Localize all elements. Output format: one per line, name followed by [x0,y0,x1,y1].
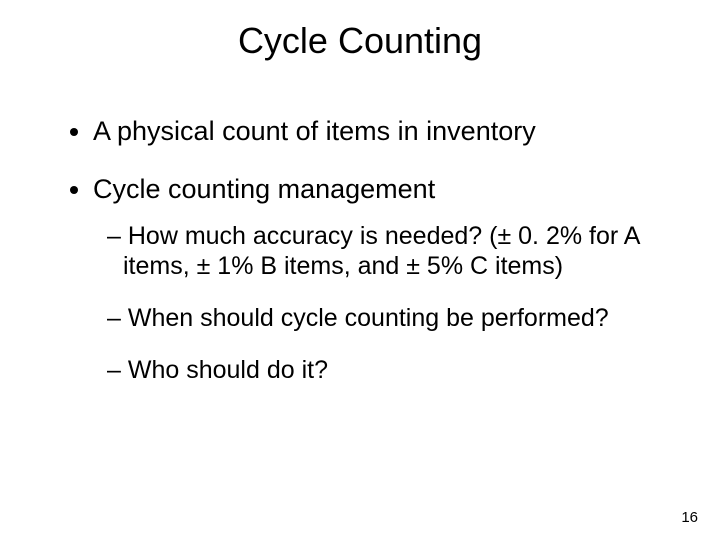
bullet-item: A physical count of items in inventory [93,115,660,149]
sub-bullet-item: When should cycle counting be performed? [107,303,660,333]
page-number: 16 [681,509,698,526]
sub-bullet-item: Who should do it? [107,355,660,385]
slide: Cycle Counting A physical count of items… [0,0,720,540]
sub-bullet-item: How much accuracy is needed? (± 0. 2% fo… [107,221,660,281]
slide-content: A physical count of items in inventory C… [65,115,660,409]
slide-title: Cycle Counting [0,20,720,62]
bullet-item: Cycle counting management How much accur… [93,173,660,385]
sub-bullet-list: How much accuracy is needed? (± 0. 2% fo… [93,221,660,385]
bullet-text: Cycle counting management [93,174,435,204]
bullet-list: A physical count of items in inventory C… [65,115,660,385]
